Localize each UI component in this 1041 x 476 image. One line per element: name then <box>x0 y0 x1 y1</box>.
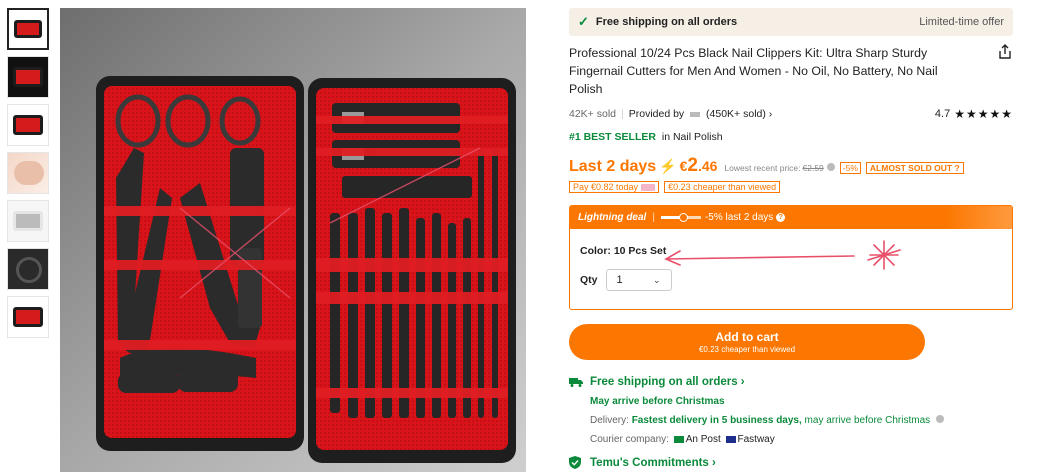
product-thumb-4[interactable] <box>7 152 49 194</box>
best-seller-tag: #1 BEST SELLER <box>569 131 656 143</box>
price-decimal: .46 <box>697 158 718 174</box>
check-icon: ✓ <box>578 14 589 29</box>
thumbnail-strip <box>7 8 51 344</box>
divider: | <box>652 212 655 223</box>
deal-countdown: Last 2 days <box>569 158 657 175</box>
price-row: Last 2 days ⚡ €2.46 Lowest recent price:… <box>569 155 1013 177</box>
nail-kit-image <box>60 8 526 472</box>
banner-offer-text: Limited-time offer <box>919 16 1004 28</box>
deal-note: -5% last 2 days <box>704 212 774 223</box>
color-label: Color: 10 Pcs Set <box>580 245 667 257</box>
product-thumb-7[interactable] <box>7 296 49 338</box>
courier-line: Courier company: An Post Fastway <box>590 434 1013 445</box>
fastway-logo-icon <box>725 435 736 443</box>
quantity-row: Qty 1 ⌄ <box>580 269 1002 291</box>
rating-value: 4.7 <box>934 108 951 120</box>
divider: | <box>621 108 624 120</box>
provided-by-link[interactable]: Provided by (450K+ sold) › <box>629 108 773 120</box>
delivery-label: Delivery: <box>590 415 629 426</box>
lightning-icon: ⚡ <box>659 158 677 174</box>
lightning-deal-box: Lightning deal | -5% last 2 days ? Color… <box>569 205 1013 310</box>
pay-today-badge: Pay €0.82 today <box>569 181 660 193</box>
lowest-price-label: Lowest recent price: <box>724 163 801 173</box>
add-to-cart-label: Add to cart <box>715 330 779 344</box>
chevron-right-icon: › <box>708 456 716 469</box>
rating[interactable]: 4.7 ★★★★★ <box>935 107 1013 121</box>
courier-1: An Post <box>685 434 721 445</box>
delivery-fast: Fastest delivery in 5 business days, <box>631 415 802 426</box>
chevron-right-icon: › <box>737 376 745 388</box>
chevron-right-icon: › <box>768 108 773 120</box>
product-thumb-6[interactable] <box>7 248 49 290</box>
shield-icon <box>569 456 581 469</box>
deal-options: Color: 10 Pcs Set Qty 1 ⌄ <box>570 229 1012 309</box>
banner-shipping-text: Free shipping on all orders <box>595 16 738 28</box>
deal-progress-bar <box>660 213 701 222</box>
lightning-deal-header: Lightning deal | -5% last 2 days ? <box>570 206 1012 229</box>
add-to-cart-button[interactable]: Add to cart €0.23 cheaper than viewed <box>569 324 925 360</box>
commitments-link[interactable]: Temu's Commitments › <box>569 456 1013 469</box>
shipping-head-text: Free shipping on all orders <box>590 376 738 388</box>
almost-sold-out-badge: ALMOST SOLD OUT ? <box>865 162 964 174</box>
an-post-logo-icon <box>673 435 684 443</box>
lightning-deal-title: Lightning deal <box>578 212 647 223</box>
product-thumb-5[interactable] <box>7 200 49 242</box>
best-seller-category: in Nail Polish <box>661 131 723 143</box>
courier-2: Fastway <box>737 434 775 445</box>
price-integer: 2 <box>687 155 698 176</box>
product-info-panel: ✓ Free shipping on all orders Limited-ti… <box>569 8 1013 469</box>
qty-label: Qty <box>580 274 598 286</box>
info-icon[interactable] <box>826 163 835 171</box>
delivery-line: Delivery: Fastest delivery in 5 business… <box>590 415 1013 426</box>
payment-row: Pay €0.82 today €0.23 cheaper than viewe… <box>569 181 1013 193</box>
price-currency: € <box>679 158 688 174</box>
arrival-note: May arrive before Christmas <box>590 396 725 407</box>
share-icon[interactable] <box>997 44 1013 60</box>
product-thumb-3[interactable] <box>7 104 49 146</box>
star-rating-icon: ★★★★★ <box>954 107 1013 121</box>
commitments-label: Temu's Commitments <box>590 456 709 469</box>
klarna-icon <box>641 183 656 191</box>
store-logo-icon <box>690 111 701 117</box>
discount-badge: -5% <box>839 162 861 174</box>
product-title: Professional 10/24 Pcs Black Nail Clippe… <box>569 46 938 96</box>
shipping-info: Free shipping on all orders › May arrive… <box>569 376 1013 445</box>
delivery-rest: may arrive before Christmas <box>804 415 931 426</box>
sold-count: 42K+ sold <box>569 108 616 120</box>
main-product-image[interactable] <box>60 8 526 472</box>
deal-progress-knob <box>678 213 688 222</box>
help-icon[interactable]: ? <box>776 213 786 222</box>
truck-icon <box>569 378 583 387</box>
quantity-select[interactable]: 1 ⌄ <box>605 269 672 291</box>
product-thumb-1[interactable] <box>7 8 49 50</box>
provided-by-label: Provided by <box>628 108 685 120</box>
color-option[interactable]: Color: 10 Pcs Set <box>580 245 1002 257</box>
title-row: Professional 10/24 Pcs Black Nail Clippe… <box>569 44 1013 98</box>
cheaper-badge: €0.23 cheaper than viewed <box>664 181 781 193</box>
quantity-value: 1 <box>616 274 623 286</box>
add-to-cart-sub: €0.23 cheaper than viewed <box>698 345 796 354</box>
meta-row: 42K+ sold | Provided by (450K+ sold) › 4… <box>569 107 1013 121</box>
free-shipping-link[interactable]: Free shipping on all orders › <box>569 376 1013 388</box>
product-thumb-2[interactable] <box>7 56 49 98</box>
provider-sold: (450K+ sold) <box>706 108 766 120</box>
free-shipping-banner: ✓ Free shipping on all orders Limited-ti… <box>569 8 1013 36</box>
info-icon[interactable] <box>935 415 944 423</box>
courier-label: Courier company: <box>590 434 669 445</box>
lowest-price-value: €2.59 <box>802 163 824 173</box>
help-icon: ? <box>954 163 960 173</box>
stock-badge-text: ALMOST SOLD OUT <box>869 163 953 173</box>
best-seller-row: #1 BEST SELLER in Nail Polish <box>569 131 1013 143</box>
chevron-down-icon: ⌄ <box>652 274 661 285</box>
pay-today-text: Pay €0.82 today <box>573 182 639 192</box>
